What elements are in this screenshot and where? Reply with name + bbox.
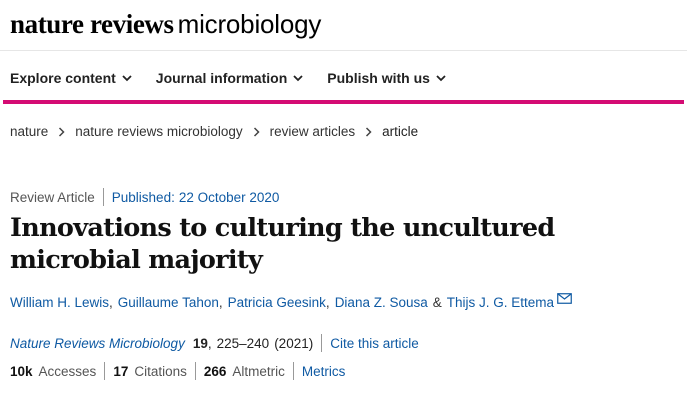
altmetric-score: 266 [203, 363, 227, 379]
nav-publish-with-us[interactable]: Publish with us [327, 70, 446, 86]
article-type: Review Article [10, 189, 95, 205]
chevron-right-icon [365, 126, 372, 137]
chevron-right-icon [253, 126, 260, 137]
metrics-divider [104, 362, 106, 380]
meta-divider [102, 188, 104, 206]
breadcrumb-nature[interactable]: nature [10, 124, 48, 139]
chevron-down-icon [293, 74, 303, 82]
pages: 225–240 [216, 335, 270, 351]
author-link[interactable]: Guillaume Tahon [118, 295, 219, 310]
year: (2021) [274, 335, 314, 351]
author-and: & [432, 295, 442, 310]
main-nav: Explore content Journal information Publ… [0, 60, 460, 96]
article-metrics: 10k Accesses 17 Citations 266 Altmetric … [10, 362, 345, 380]
chevron-down-icon [436, 74, 446, 82]
author-separator: , [325, 295, 330, 310]
article-meta: Review Article Published: 22 October 202… [10, 188, 279, 206]
altmetric-label: Altmetric [232, 363, 285, 379]
breadcrumb: nature nature reviews microbiology revie… [10, 124, 418, 139]
mail-icon[interactable] [557, 293, 572, 304]
author-link[interactable]: Thijs J. G. Ettema [447, 295, 554, 310]
citation-divider [321, 334, 323, 352]
article-title: Innovations to culturing the uncultured … [10, 213, 555, 275]
author-link[interactable]: Patricia Geesink [228, 295, 326, 310]
breadcrumb-article: article [382, 124, 419, 139]
nav-accent-bar [3, 100, 684, 104]
chevron-right-icon [58, 126, 65, 137]
journal-logo[interactable]: nature reviews microbiology [10, 9, 321, 45]
nav-item-label: Publish with us [327, 70, 430, 86]
accesses-label: Accesses [38, 363, 97, 379]
logo-light-text: microbiology [177, 9, 322, 39]
author-link[interactable]: William H. Lewis [10, 295, 109, 310]
citations-label: Citations [134, 363, 187, 379]
author-list: William H. Lewis, Guillaume Tahon, Patri… [10, 293, 572, 310]
published-label: Published: [111, 189, 175, 205]
author-separator: , [109, 295, 113, 310]
accesses-count: 10k [10, 363, 33, 379]
journal-link[interactable]: Nature Reviews Microbiology [10, 336, 185, 351]
citations-count: 17 [113, 363, 129, 379]
volume-comma: , [207, 335, 212, 351]
nav-item-label: Journal information [155, 70, 288, 86]
nav-journal-information[interactable]: Journal information [156, 70, 303, 86]
nav-item-label: Explore content [10, 70, 116, 86]
breadcrumb-review-articles[interactable]: review articles [270, 124, 356, 139]
citation-line: Nature Reviews Microbiology 19 , 225–240… [10, 334, 419, 352]
published-date: 22 October 2020 [178, 189, 280, 205]
metrics-divider [292, 362, 294, 380]
nav-explore-content[interactable]: Explore content [10, 70, 132, 86]
header-divider [0, 50, 687, 51]
chevron-down-icon [122, 74, 132, 82]
breadcrumb-journal[interactable]: nature reviews microbiology [75, 124, 242, 139]
author-separator: , [218, 295, 223, 310]
volume: 19 [192, 335, 208, 351]
metrics-link[interactable]: Metrics [302, 364, 346, 379]
logo-bold-text: nature reviews [10, 9, 174, 39]
cite-this-article-link[interactable]: Cite this article [330, 336, 419, 351]
metrics-divider [194, 362, 196, 380]
author-link[interactable]: Diana Z. Sousa [335, 295, 428, 310]
